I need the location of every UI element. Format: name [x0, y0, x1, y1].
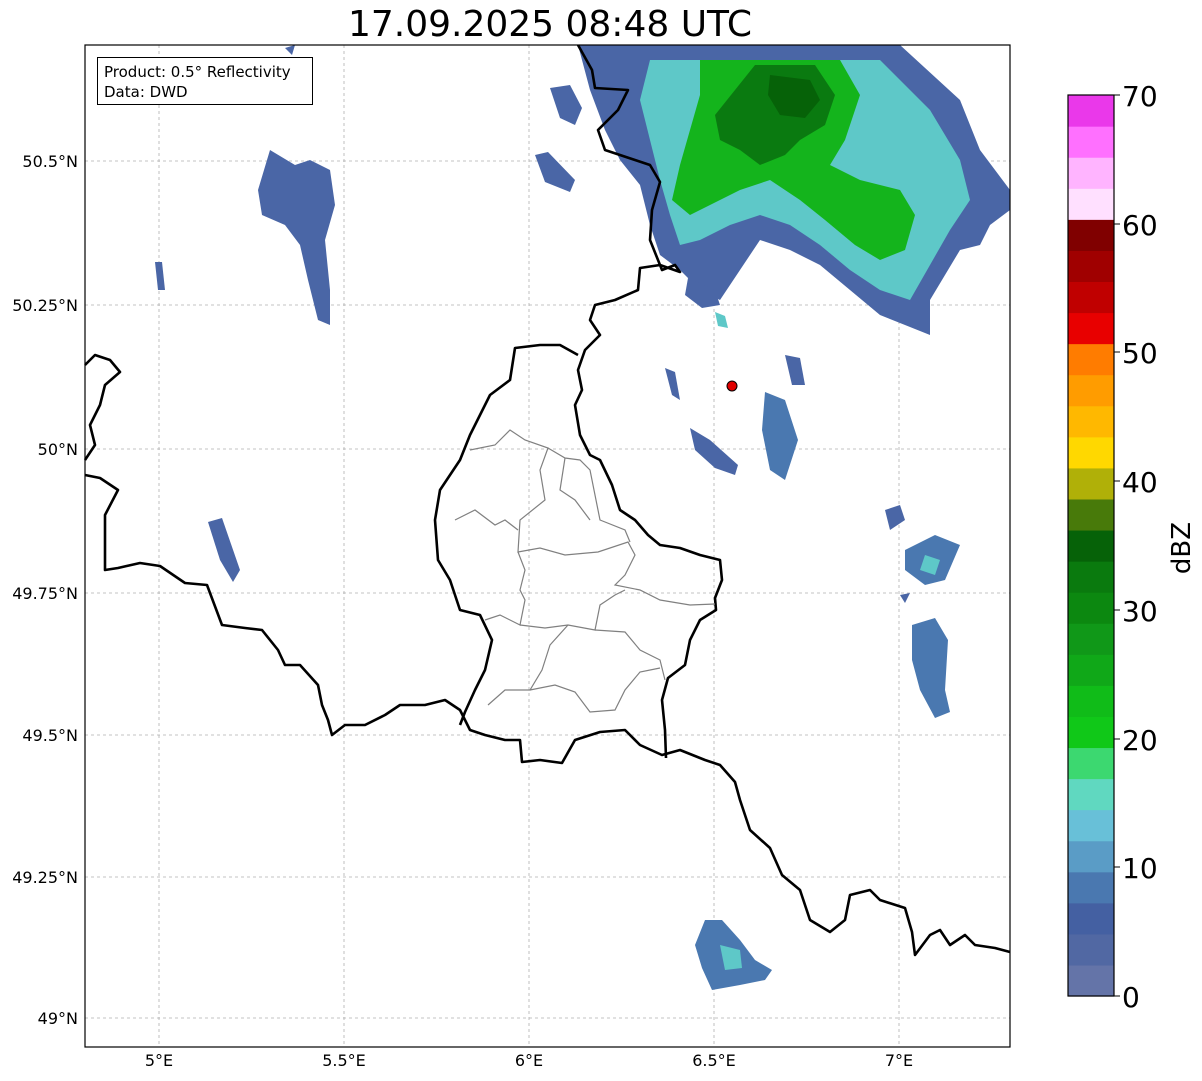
colorbar-segment [1068, 871, 1114, 904]
colorbar-segment [1068, 623, 1114, 655]
colorbar-tick-label: 60 [1122, 209, 1158, 242]
colorbar-segment [1068, 654, 1114, 686]
colorbar-segment [1068, 747, 1114, 780]
colorbar-tick-label: 20 [1122, 724, 1158, 757]
colorbar [1068, 95, 1114, 997]
product-info-box: Product: 0.5° Reflectivity Data: DWD [97, 57, 313, 105]
colorbar-tick-label: 40 [1122, 466, 1158, 499]
product-label: Product: 0.5° Reflectivity [104, 63, 291, 81]
colorbar-segment [1068, 685, 1114, 717]
data-source-label: Data: DWD [104, 83, 188, 101]
colorbar-segment [1068, 126, 1114, 158]
colorbar-tick-label: 10 [1122, 852, 1158, 885]
colorbar-segment [1068, 188, 1114, 220]
colorbar-segment [1068, 281, 1114, 314]
colorbar-segment [1068, 219, 1114, 251]
radar-map: 50.5°N 50.25°N 50°N 49.75°N 49.5°N 49.25… [12, 44, 1197, 1070]
colorbar-segment [1068, 933, 1114, 966]
lat-label: 49.25°N [12, 868, 78, 887]
colorbar-segment [1068, 498, 1114, 531]
colorbar-segment [1068, 529, 1114, 562]
longitude-labels: 5°E 5.5°E 6°E 6.5°E 7°E [145, 1051, 913, 1070]
colorbar-tick-label: 50 [1122, 337, 1158, 370]
colorbar-segment [1068, 157, 1114, 189]
lat-label: 49°N [38, 1009, 78, 1028]
colorbar-segment [1068, 561, 1114, 593]
colorbar-segment [1068, 964, 1114, 997]
lon-label: 6.5°E [692, 1051, 736, 1070]
lat-label: 50°N [38, 440, 78, 459]
colorbar-segment [1068, 374, 1114, 407]
latitude-labels: 50.5°N 50.25°N 50°N 49.75°N 49.5°N 49.25… [12, 152, 78, 1028]
lat-label: 50.25°N [12, 296, 78, 315]
lat-label: 49.75°N [12, 584, 78, 603]
colorbar-segment [1068, 778, 1114, 811]
colorbar-segment [1068, 592, 1114, 624]
colorbar-unit-label: dBZ [1167, 522, 1197, 574]
colorbar-segment [1068, 250, 1114, 283]
colorbar-segment [1068, 809, 1114, 842]
colorbar-segment [1068, 436, 1114, 469]
colorbar-segment [1068, 716, 1114, 749]
colorbar-segment [1068, 312, 1114, 345]
colorbar-segment [1068, 405, 1114, 438]
lat-label: 49.5°N [22, 726, 78, 745]
colorbar-tick-label: 30 [1122, 595, 1158, 628]
lat-label: 50.5°N [22, 152, 78, 171]
colorbar-ticks: 70 60 50 40 30 20 10 0 [1114, 80, 1158, 1014]
lon-label: 6°E [515, 1051, 543, 1070]
lon-label: 7°E [885, 1051, 913, 1070]
colorbar-segment [1068, 467, 1114, 500]
colorbar-segment [1068, 343, 1114, 376]
radar-site-marker [726, 380, 738, 392]
colorbar-segment [1068, 902, 1114, 935]
colorbar-tick-label: 70 [1122, 80, 1158, 113]
colorbar-segment [1068, 840, 1114, 873]
lon-label: 5.5°E [322, 1051, 366, 1070]
colorbar-tick-label: 0 [1122, 981, 1140, 1014]
colorbar-segment [1068, 95, 1114, 127]
lon-label: 5°E [145, 1051, 173, 1070]
